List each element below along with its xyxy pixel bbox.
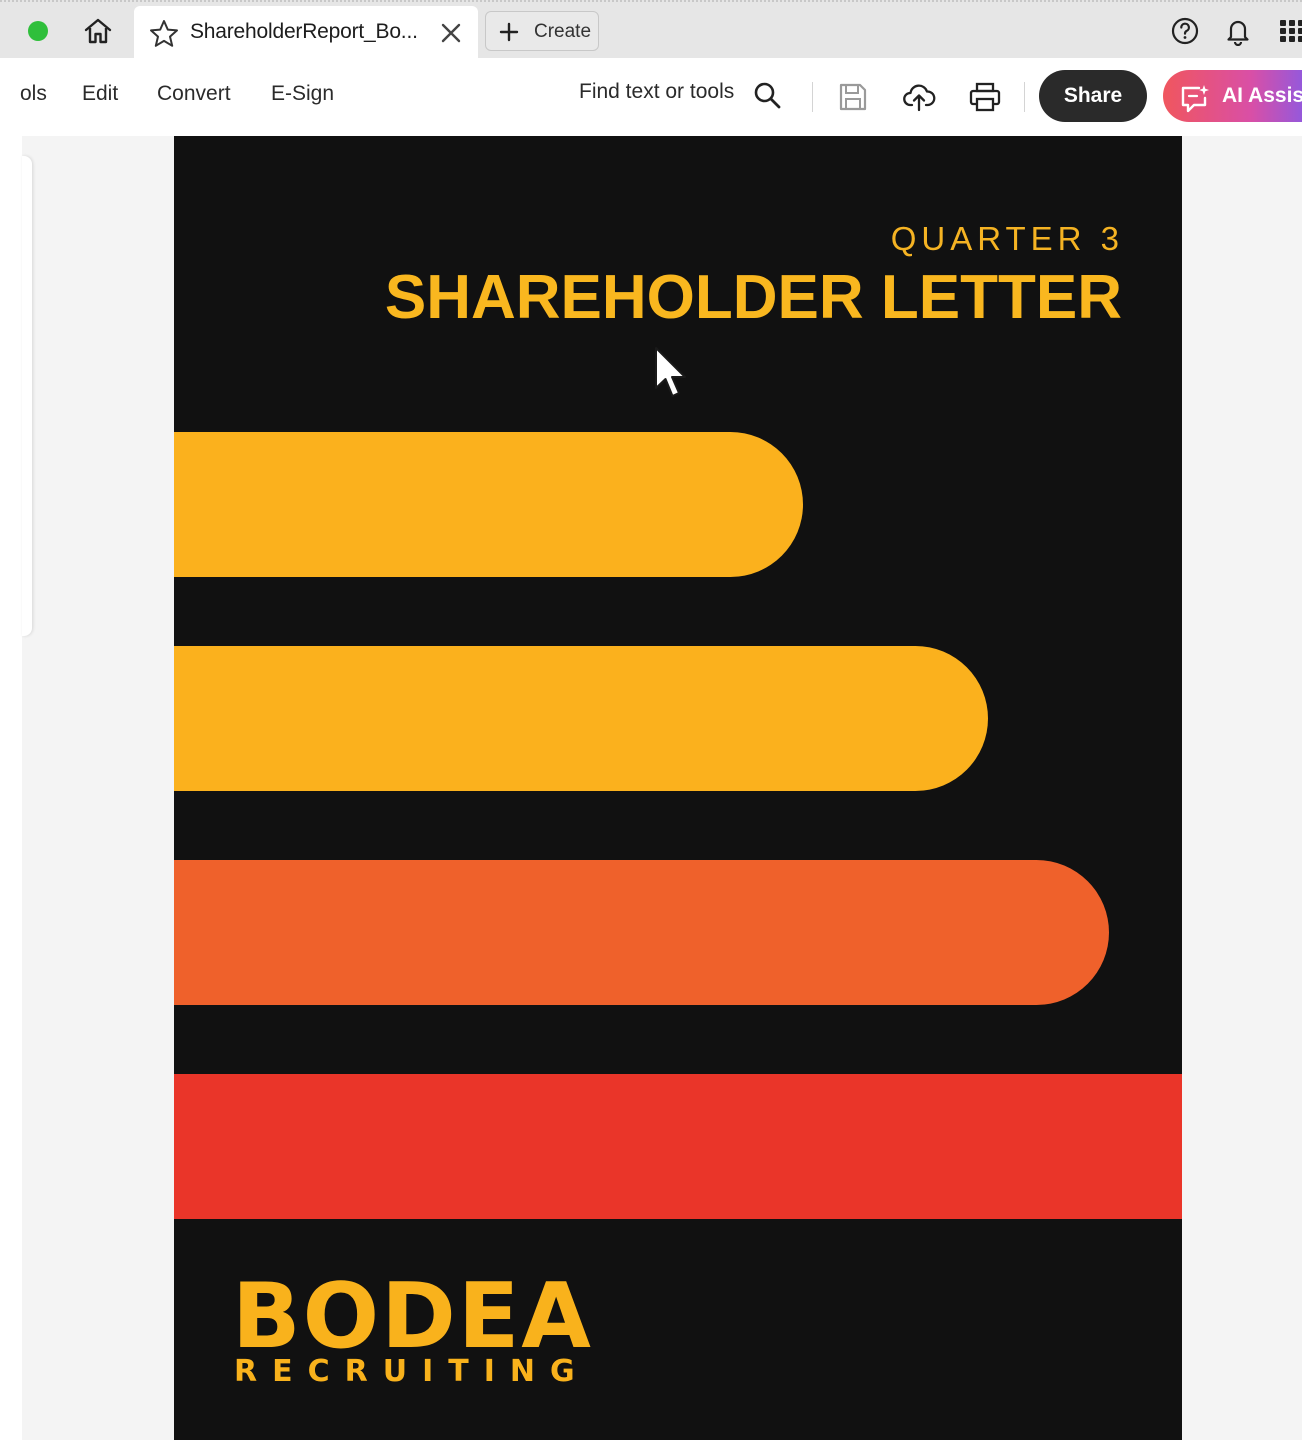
window-green-dot-icon[interactable] — [28, 21, 48, 41]
toolbar-divider — [812, 82, 813, 112]
menu-item-edit[interactable]: Edit — [82, 82, 118, 106]
tab-title: ShareholderReport_Bo... — [190, 20, 418, 43]
orange-stripe — [174, 860, 1109, 1005]
document-headline: SHAREHOLDER LETTER — [384, 263, 1122, 332]
document-tab[interactable]: ShareholderReport_Bo... — [134, 6, 478, 60]
mouse-pointer-icon — [655, 347, 686, 397]
save-icon[interactable] — [837, 81, 869, 113]
tab-bar: ShareholderReport_Bo... Create — [0, 0, 1302, 60]
search-icon[interactable] — [752, 80, 782, 110]
cloud-upload-icon[interactable] — [902, 80, 936, 114]
ai-assistant-label: AI Assist — [1222, 84, 1302, 107]
print-icon[interactable] — [968, 80, 1002, 114]
create-button[interactable]: Create — [485, 11, 599, 51]
pdf-page[interactable]: QUARTER 3 SHAREHOLDER LETTER BODEA RECRU… — [174, 136, 1182, 1440]
red-stripe — [174, 1074, 1182, 1219]
star-icon[interactable] — [148, 18, 180, 50]
apps-grid-icon[interactable] — [1277, 16, 1302, 46]
toolbar: ols Edit Convert E-Sign Find text or too… — [20, 58, 1302, 136]
find-text-or-tools[interactable]: Find text or tools — [579, 80, 734, 104]
toolbar-divider — [1024, 82, 1025, 112]
close-icon[interactable] — [438, 20, 464, 46]
menu-item-convert[interactable]: Convert — [157, 82, 231, 106]
left-side-panel[interactable] — [22, 156, 32, 636]
document-quarter-label: QUARTER 3 — [890, 220, 1124, 257]
yellow-stripe-2 — [174, 646, 988, 791]
home-button[interactable] — [80, 14, 116, 48]
bell-icon[interactable] — [1223, 16, 1253, 46]
brand-logo-subtitle: RECRUITING — [234, 1354, 590, 1389]
share-button[interactable]: Share — [1039, 70, 1147, 122]
yellow-stripe-1 — [174, 432, 803, 577]
help-icon[interactable] — [1170, 16, 1200, 46]
home-icon — [84, 18, 112, 44]
ai-assistant-button[interactable]: AI Assist — [1163, 70, 1302, 122]
brand-logo-name: BODEA — [232, 1264, 593, 1369]
plus-icon — [499, 22, 519, 42]
menu-item-tools[interactable]: ols — [20, 82, 47, 106]
ai-assistant-icon — [1181, 85, 1209, 113]
create-label: Create — [534, 21, 592, 42]
menu-item-esign[interactable]: E-Sign — [271, 82, 334, 106]
